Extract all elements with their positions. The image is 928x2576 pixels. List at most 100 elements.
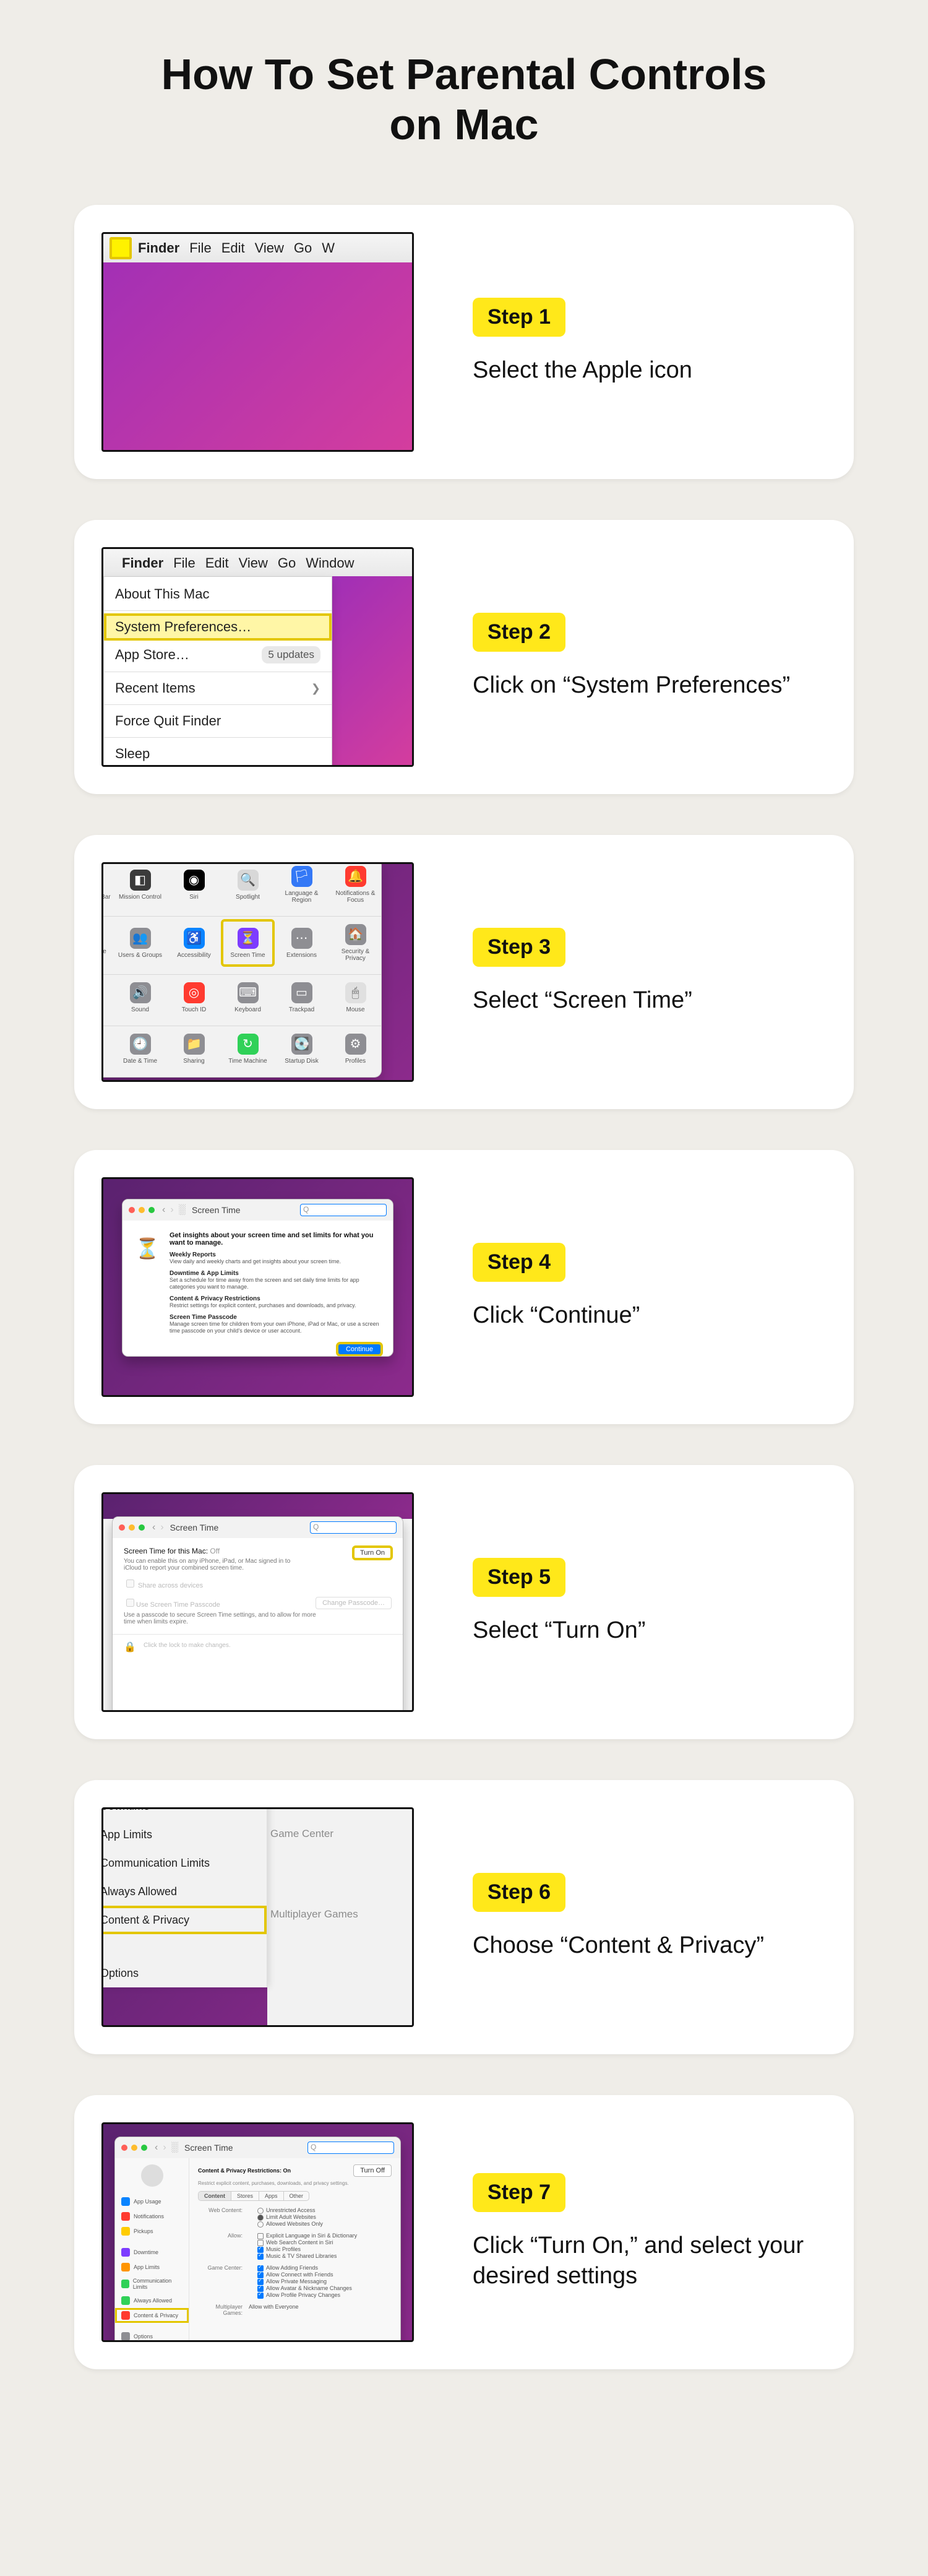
menubar-item[interactable]: W bbox=[322, 240, 335, 256]
option-allow-private-messaging[interactable]: Allow Private Messaging bbox=[257, 2278, 352, 2284]
nav-arrows[interactable]: ‹› bbox=[152, 1522, 164, 1533]
s7-side-options[interactable]: Options bbox=[115, 2329, 189, 2342]
step-card-4: ‹›░ Screen Time ⏳ Get insights about you… bbox=[74, 1150, 854, 1424]
pref-icon-startup-disk[interactable]: 💽Startup Disk bbox=[276, 1030, 327, 1068]
option-allowed-websites-only[interactable]: Allowed Websites Only bbox=[257, 2221, 323, 2227]
s7-side-app-limits[interactable]: App Limits bbox=[115, 2260, 189, 2275]
search-input[interactable] bbox=[307, 2142, 394, 2154]
s7-side-notifications[interactable]: Notifications bbox=[115, 2209, 189, 2224]
s7-side-downtime[interactable]: Downtime bbox=[115, 2245, 189, 2260]
pref-icon-touch-id[interactable]: ◎Touch ID bbox=[168, 979, 220, 1017]
menubar-app[interactable]: Finder bbox=[138, 240, 179, 256]
screentime-status: Screen Time for this Mac: Off bbox=[124, 1547, 309, 1555]
menubar-app[interactable]: Finder bbox=[122, 555, 163, 571]
pref-icon-keyboard[interactable]: ⌨Keyboard bbox=[222, 979, 273, 1017]
s7-side-always-allowed[interactable]: Always Allowed bbox=[115, 2293, 189, 2308]
pref-icon-language-region[interactable]: 🏳Language & Region bbox=[276, 862, 327, 907]
menubar-item[interactable]: Edit bbox=[205, 555, 229, 571]
lock-footer[interactable]: Click the lock to make changes. bbox=[113, 1634, 403, 1656]
window-titlebar: ‹›░ Screen Time bbox=[122, 1199, 393, 1221]
s7-side-content-privacy[interactable]: Content & Privacy bbox=[115, 2308, 189, 2323]
pref-icon-time-machine[interactable]: ↻Time Machine bbox=[222, 1030, 273, 1068]
step-card-2: Finder File Edit View Go Window About Th… bbox=[74, 520, 854, 794]
nav-arrows[interactable]: ‹›░ bbox=[155, 2142, 178, 2153]
change-passcode-button[interactable]: Change Passcode… bbox=[316, 1597, 392, 1609]
traffic-lights[interactable] bbox=[121, 2145, 147, 2151]
s7-side-communication-limits[interactable]: Communication Limits bbox=[115, 2275, 189, 2293]
updates-badge: 5 updates bbox=[262, 646, 320, 663]
menubar-item[interactable]: Go bbox=[294, 240, 312, 256]
s7-side-pickups[interactable]: Pickups bbox=[115, 2224, 189, 2239]
mac-menubar: Finder File Edit View Go W bbox=[103, 234, 412, 262]
search-input[interactable] bbox=[310, 1521, 397, 1534]
pref-icon-mission-control[interactable]: ◧Mission Control bbox=[114, 862, 166, 907]
pref-icon-dock-menu-bar[interactable]: ▣Dock & Menu Bar bbox=[101, 862, 112, 907]
pref-icon-security-privacy[interactable]: 🏠Security & Privacy bbox=[330, 920, 381, 966]
chevron-right-icon: ❯ bbox=[311, 682, 320, 695]
menu-about[interactable]: About This Mac bbox=[104, 581, 332, 608]
nav-arrows[interactable]: ‹›░ bbox=[162, 1204, 186, 1216]
pref-icon-sharing[interactable]: 📁Sharing bbox=[168, 1030, 220, 1068]
sidebar-options[interactable]: ⋯ Options bbox=[101, 1959, 267, 1987]
pref-icon-spotlight[interactable]: 🔍Spotlight bbox=[222, 862, 273, 907]
pref-icon-wallet-apple-pay[interactable]: 💳Wallet & Apple Pay bbox=[101, 920, 112, 966]
pref-icon-mouse[interactable]: 🖱Mouse bbox=[330, 979, 381, 1017]
menubar-item[interactable]: Window bbox=[306, 555, 354, 571]
menubar-item[interactable]: View bbox=[255, 240, 284, 256]
pref-icon-accessibility[interactable]: ♿Accessibility bbox=[168, 920, 220, 966]
menu-app-store[interactable]: App Store…5 updates bbox=[104, 641, 332, 669]
share-checkbox[interactable]: Share across devices bbox=[124, 1578, 392, 1589]
passcode-checkbox[interactable]: Use Screen Time Passcode bbox=[124, 1597, 220, 1609]
menubar-item[interactable]: File bbox=[173, 555, 195, 571]
option-explicit-language-in-siri-dictionary[interactable]: Explicit Language in Siri & Dictionary bbox=[257, 2232, 357, 2239]
menu-sleep[interactable]: Sleep bbox=[104, 740, 332, 767]
sidebar-item-communication-limits[interactable]: 👥Communication Limits bbox=[101, 1849, 267, 1877]
turn-off-button[interactable]: Turn Off bbox=[353, 2164, 392, 2177]
page: How To Set Parental Controls on Mac Find… bbox=[0, 0, 928, 2484]
option-music-tv-shared-libraries[interactable]: Music & TV Shared Libraries bbox=[257, 2253, 357, 2259]
option-web-search-content-in-siri[interactable]: Web Search Content in Siri bbox=[257, 2239, 357, 2245]
pref-icon-battery[interactable]: 🔋Battery bbox=[101, 1030, 112, 1068]
menu-force-quit[interactable]: Force Quit Finder bbox=[104, 707, 332, 735]
continue-button[interactable]: Continue bbox=[337, 1343, 382, 1355]
step-pill: Step 4 bbox=[473, 1243, 565, 1282]
pref-icon-screen-time[interactable]: ⏳Screen Time bbox=[222, 920, 273, 966]
menubar-item[interactable]: Go bbox=[278, 555, 296, 571]
s7-side-app-usage[interactable]: App Usage bbox=[115, 2194, 189, 2209]
menubar-item[interactable]: File bbox=[189, 240, 211, 256]
search-input[interactable] bbox=[300, 1204, 387, 1216]
pref-icon-date-time[interactable]: 🕘Date & Time bbox=[114, 1030, 166, 1068]
option-allow-profile-privacy-changes[interactable]: Allow Profile Privacy Changes bbox=[257, 2292, 352, 2298]
sidebar-item-downtime[interactable]: 🌙Downtime bbox=[101, 1807, 267, 1820]
menubar-item[interactable]: View bbox=[239, 555, 268, 571]
step-desc: Click “Continue” bbox=[473, 1300, 814, 1331]
turn-on-button[interactable]: Turn On bbox=[353, 1547, 392, 1559]
sidebar-item-always-allowed[interactable]: ✓Always Allowed bbox=[101, 1877, 267, 1906]
pref-icon-profiles[interactable]: ⚙Profiles bbox=[330, 1030, 381, 1068]
menu-system-preferences[interactable]: System Preferences… bbox=[104, 613, 332, 641]
sidebar-item-app-limits[interactable]: ⏱App Limits bbox=[101, 1820, 267, 1849]
step-info: Step 1 Select the Apple icon bbox=[473, 298, 814, 386]
pref-icon-siri[interactable]: ◉Siri bbox=[168, 862, 220, 907]
option-unrestricted-access[interactable]: Unrestricted Access bbox=[257, 2207, 323, 2213]
option-allow-connect-with-friends[interactable]: Allow Connect with Friends bbox=[257, 2271, 352, 2278]
traffic-lights[interactable] bbox=[119, 1524, 145, 1531]
pref-icon-trackpad[interactable]: ▭Trackpad bbox=[276, 979, 327, 1017]
option-allow-avatar-nickname-changes[interactable]: Allow Avatar & Nickname Changes bbox=[257, 2285, 352, 2291]
pref-icon-sound[interactable]: 🔊Sound bbox=[114, 979, 166, 1017]
pref-icon-notifications-focus[interactable]: 🔔Notifications & Focus bbox=[330, 862, 381, 907]
pref-icon-users-groups[interactable]: 👥Users & Groups bbox=[114, 920, 166, 966]
menubar-item[interactable]: Edit bbox=[221, 240, 245, 256]
option-limit-adult-websites[interactable]: Limit Adult Websites bbox=[257, 2214, 323, 2220]
sidebar-item-content-privacy[interactable]: ⊘Content & Privacy bbox=[101, 1906, 267, 1934]
pref-icon-bluetooth[interactable]: ᛒBluetooth bbox=[101, 979, 112, 1017]
option-allow-adding-friends[interactable]: Allow Adding Friends bbox=[257, 2265, 352, 2271]
step-desc: Choose “Content & Privacy” bbox=[473, 1930, 814, 1961]
pref-icon-extensions[interactable]: ⋯Extensions bbox=[276, 920, 327, 966]
menu-recent[interactable]: Recent Items❯ bbox=[104, 675, 332, 702]
apple-icon-highlight[interactable] bbox=[110, 237, 132, 259]
traffic-lights[interactable] bbox=[129, 1207, 155, 1213]
tabs[interactable]: Content Stores Apps Other bbox=[198, 2191, 309, 2201]
option-music-profiles[interactable]: Music Profiles bbox=[257, 2246, 357, 2252]
step-card-7: ‹›░ Screen Time App UsageNotificationsPi… bbox=[74, 2095, 854, 2369]
